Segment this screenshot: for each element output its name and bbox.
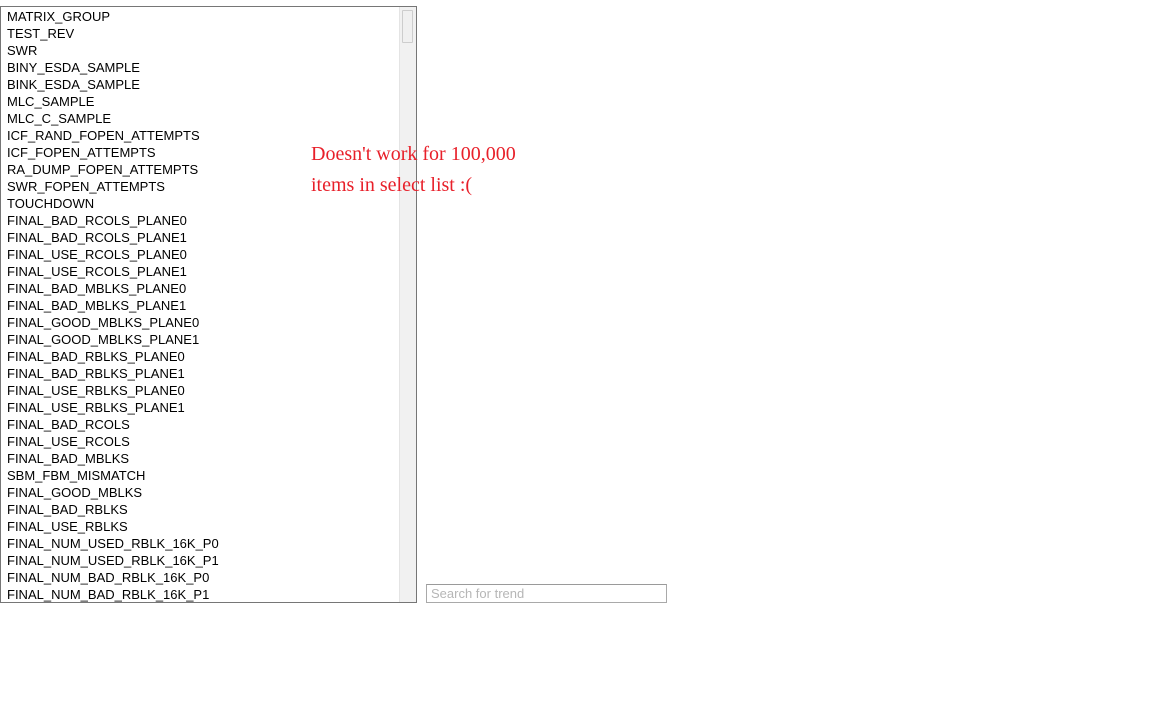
- trend-option[interactable]: BINK_ESDA_SAMPLE: [1, 76, 399, 93]
- trend-option[interactable]: FINAL_BAD_RBLKS: [1, 501, 399, 518]
- trend-option[interactable]: FINAL_USE_RCOLS_PLANE1: [1, 263, 399, 280]
- trend-option[interactable]: FINAL_USE_RCOLS: [1, 433, 399, 450]
- trend-option[interactable]: FINAL_GOOD_MBLKS: [1, 484, 399, 501]
- trend-option[interactable]: FINAL_USE_RBLKS_PLANE0: [1, 382, 399, 399]
- trend-option[interactable]: FINAL_BAD_MBLKS_PLANE0: [1, 280, 399, 297]
- trend-option[interactable]: FINAL_BAD_MBLKS: [1, 450, 399, 467]
- trend-option[interactable]: FINAL_GOOD_MBLKS_PLANE1: [1, 331, 399, 348]
- trend-option[interactable]: FINAL_BAD_RBLKS_PLANE1: [1, 365, 399, 382]
- trend-option[interactable]: FINAL_BAD_RBLKS_PLANE0: [1, 348, 399, 365]
- trend-option[interactable]: MATRIX_GROUP: [1, 8, 399, 25]
- trend-option[interactable]: FINAL_GOOD_MBLKS_PLANE0: [1, 314, 399, 331]
- trend-option[interactable]: FINAL_USE_RBLKS_PLANE1: [1, 399, 399, 416]
- trend-option[interactable]: RA_DUMP_FOPEN_ATTEMPTS: [1, 161, 399, 178]
- trend-option[interactable]: FINAL_USE_RBLKS: [1, 518, 399, 535]
- trend-option[interactable]: FINAL_BAD_RCOLS_PLANE0: [1, 212, 399, 229]
- trend-option[interactable]: SBM_FBM_MISMATCH: [1, 467, 399, 484]
- trend-option[interactable]: ICF_RAND_FOPEN_ATTEMPTS: [1, 127, 399, 144]
- trend-option[interactable]: FINAL_NUM_USED_RBLK_16K_P0: [1, 535, 399, 552]
- trend-option[interactable]: ICF_FOPEN_ATTEMPTS: [1, 144, 399, 161]
- trend-option[interactable]: FINAL_BAD_MBLKS_PLANE1: [1, 297, 399, 314]
- trend-option[interactable]: FINAL_NUM_BAD_RBLK_16K_P0: [1, 569, 399, 586]
- trend-option[interactable]: FINAL_USE_RCOLS_PLANE0: [1, 246, 399, 263]
- trend-option[interactable]: FINAL_NUM_USED_RBLK_16K_P1: [1, 552, 399, 569]
- trend-option[interactable]: TEST_REV: [1, 25, 399, 42]
- trend-option[interactable]: TOUCHDOWN: [1, 195, 399, 212]
- trend-option[interactable]: SWR_FOPEN_ATTEMPTS: [1, 178, 399, 195]
- trend-option[interactable]: MLC_SAMPLE: [1, 93, 399, 110]
- vertical-scrollbar[interactable]: [399, 7, 416, 602]
- trend-option[interactable]: FINAL_BAD_RCOLS_PLANE1: [1, 229, 399, 246]
- scrollbar-thumb[interactable]: [402, 10, 413, 43]
- trend-select-listbox[interactable]: MATRIX_GROUP TEST_REV SWR BINY_ESDA_SAMPLE B…: [0, 6, 417, 603]
- trend-option[interactable]: FINAL_BAD_RCOLS: [1, 416, 399, 433]
- search-input[interactable]: [426, 584, 667, 603]
- trend-option[interactable]: SWR: [1, 42, 399, 59]
- trend-option[interactable]: BINY_ESDA_SAMPLE: [1, 59, 399, 76]
- trend-option-list[interactable]: MATRIX_GROUP TEST_REV SWR BINY_ESDA_SAMPLE B…: [1, 7, 399, 602]
- trend-option[interactable]: MLC_C_SAMPLE: [1, 110, 399, 127]
- trend-option[interactable]: FINAL_NUM_BAD_RBLK_16K_P1: [1, 586, 399, 602]
